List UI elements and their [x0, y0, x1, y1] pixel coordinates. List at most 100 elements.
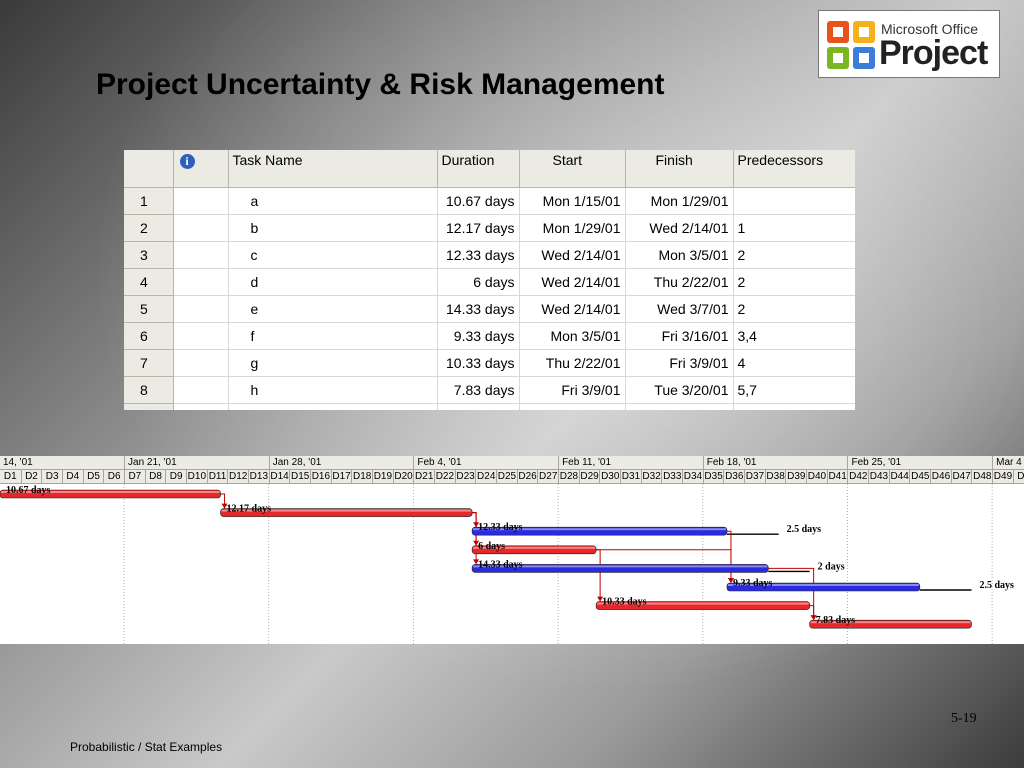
start-cell[interactable]: Thu 2/22/01 [519, 349, 626, 377]
column-header-duration[interactable]: Duration [437, 150, 520, 188]
start-cell[interactable]: Mon 1/15/01 [519, 187, 626, 215]
start-cell[interactable]: Wed 2/14/01 [519, 241, 626, 269]
finish-cell[interactable]: Mon 3/5/01 [625, 241, 734, 269]
table-row[interactable]: 8 h 7.83 days Fri 3/9/01 Tue 3/20/01 5,7 [124, 376, 855, 404]
gantt-day-label: D10 [186, 470, 207, 483]
gantt-day-header: D1 D2 D3 D4 D5 D6 D7 D8 D9 D10 D11 D12 D13 D14 D15 D16 D… [0, 470, 1024, 484]
task-name-cell[interactable]: d [228, 268, 438, 296]
gantt-day-label: D47 [950, 470, 971, 483]
duration-cell[interactable]: 9.33 days [437, 322, 520, 350]
gantt-week-label: Feb 11, '01 [558, 456, 703, 469]
dependency-link [472, 512, 477, 564]
indicator-cell[interactable] [173, 187, 229, 215]
predecessors-cell[interactable] [733, 187, 855, 215]
predecessors-cell[interactable]: 4 [733, 349, 855, 377]
gantt-day-label: D2 [20, 470, 42, 483]
predecessors-cell[interactable]: 2 [733, 268, 855, 296]
indicator-cell[interactable] [173, 268, 229, 296]
duration-cell[interactable]: 6 days [437, 268, 520, 296]
finish-cell[interactable]: Tue 3/20/01 [625, 376, 734, 404]
duration-cell[interactable]: 10.67 days [437, 187, 520, 215]
gantt-day-label: D33 [661, 470, 682, 483]
start-cell[interactable]: Mon 1/29/01 [519, 214, 626, 242]
task-name-cell[interactable]: g [228, 349, 438, 377]
duration-cell[interactable]: 10.33 days [437, 349, 520, 377]
row-id[interactable]: 1 [124, 187, 174, 215]
table-row[interactable]: 6 f 9.33 days Mon 3/5/01 Fri 3/16/01 3,4 [124, 322, 855, 350]
gantt-week-label: Feb 18, '01 [702, 456, 848, 469]
gantt-day-label: D42 [847, 470, 868, 483]
start-cell[interactable]: Wed 2/14/01 [519, 268, 626, 296]
task-name-cell[interactable]: b [228, 214, 438, 242]
start-cell[interactable]: Mon 3/5/01 [519, 322, 626, 350]
start-cell[interactable]: Fri 3/9/01 [519, 376, 626, 404]
indicator-cell[interactable] [173, 214, 229, 242]
row-id[interactable]: 2 [124, 214, 174, 242]
column-header-indicators[interactable]: i [173, 150, 229, 188]
row-id[interactable]: 8 [124, 376, 174, 404]
task-name-cell[interactable]: f [228, 322, 438, 350]
table-row[interactable]: 4 d6 days Wed 2/14/01 Thu 2/22/01 2 [124, 268, 855, 296]
finish-cell[interactable]: Thu 2/22/01 [625, 268, 734, 296]
row-id[interactable]: 6 [124, 322, 174, 350]
finish-cell[interactable]: Fri 3/9/01 [625, 349, 734, 377]
duration-cell[interactable]: 12.33 days [437, 241, 520, 269]
gantt-day-label: D45 [909, 470, 930, 483]
table-row[interactable]: 7 g 10.33 days Thu 2/22/01 Fri 3/9/01 4 [124, 349, 855, 377]
duration-cell[interactable]: 12.17 days [437, 214, 520, 242]
gantt-day-label: D5 [1012, 470, 1024, 483]
gantt-day-label: D32 [640, 470, 661, 483]
indicator-cell[interactable] [173, 241, 229, 269]
finish-cell[interactable]: Wed 3/7/01 [625, 295, 734, 323]
predecessors-cell[interactable]: 3,4 [733, 322, 855, 350]
gantt-day-label: D46 [930, 470, 951, 483]
row-id[interactable]: 4 [124, 268, 174, 296]
finish-cell[interactable]: Mon 1/29/01 [625, 187, 734, 215]
task-name-cell[interactable]: a [228, 187, 438, 215]
table-row[interactable]: 5 e 14.33 days Wed 2/14/01 Wed 3/7/01 2 [124, 295, 855, 323]
start-cell[interactable]: Wed 2/14/01 [519, 295, 626, 323]
predecessors-cell[interactable]: 2 [733, 241, 855, 269]
row-id[interactable]: 3 [124, 241, 174, 269]
indicator-cell[interactable] [173, 295, 229, 323]
ms-project-logo-icon [827, 21, 875, 69]
task-name-cell[interactable]: e [228, 295, 438, 323]
gantt-day-label: D12 [227, 470, 248, 483]
column-header-finish[interactable]: Finish [625, 150, 734, 188]
task-name-cell[interactable]: h [228, 376, 438, 404]
finish-cell[interactable]: Wed 2/14/01 [625, 214, 734, 242]
duration-cell[interactable]: 7.83 days [437, 376, 520, 404]
table-row-empty[interactable] [124, 403, 855, 410]
gantt-day-label: D43 [868, 470, 889, 483]
indicator-cell[interactable] [173, 349, 229, 377]
ms-project-logo: Microsoft Office Project [818, 10, 1000, 78]
column-header-task-name[interactable]: Task Name [228, 150, 438, 188]
table-row[interactable]: 3 c 12.33 days Wed 2/14/01 Mon 3/5/01 2 [124, 241, 855, 269]
gantt-day-label: D9 [165, 470, 186, 483]
gantt-day-label: D5 [82, 470, 104, 483]
task-name-cell[interactable]: c [228, 241, 438, 269]
table-row[interactable]: 1 a 10.67 days Mon 1/15/01 Mon 1/29/01 [124, 187, 855, 215]
gantt-week-label: Feb 4, '01 [413, 456, 558, 469]
finish-cell[interactable]: Fri 3/16/01 [625, 322, 734, 350]
column-header-id[interactable] [124, 150, 174, 188]
gantt-day-label: D27 [537, 470, 558, 483]
gantt-day-label: D6 [103, 470, 124, 483]
gantt-bar-label: 7.83 days [816, 615, 856, 626]
predecessors-cell[interactable]: 5,7 [733, 376, 855, 404]
row-id[interactable]: 7 [124, 349, 174, 377]
indicator-cell[interactable] [173, 322, 229, 350]
column-header-predecessors[interactable]: Predecessors [733, 150, 855, 188]
gantt-day-label: D34 [682, 470, 703, 483]
dependency-link [596, 549, 601, 601]
gantt-day-label: D36 [723, 470, 744, 483]
predecessors-cell[interactable]: 1 [733, 214, 855, 242]
row-id[interactable]: 5 [124, 295, 174, 323]
gantt-chart: 14, '01 Jan 21, '01 Jan 28, '01 Feb 4, '01 F… [0, 456, 1024, 644]
duration-cell[interactable]: 14.33 days [437, 295, 520, 323]
table-row[interactable]: 2 b 12.17 days Mon 1/29/01 Wed 2/14/01 1 [124, 214, 855, 242]
slack-label: 2.5 days [979, 580, 1014, 591]
predecessors-cell[interactable]: 2 [733, 295, 855, 323]
indicator-cell[interactable] [173, 376, 229, 404]
column-header-start[interactable]: Start [519, 150, 626, 188]
